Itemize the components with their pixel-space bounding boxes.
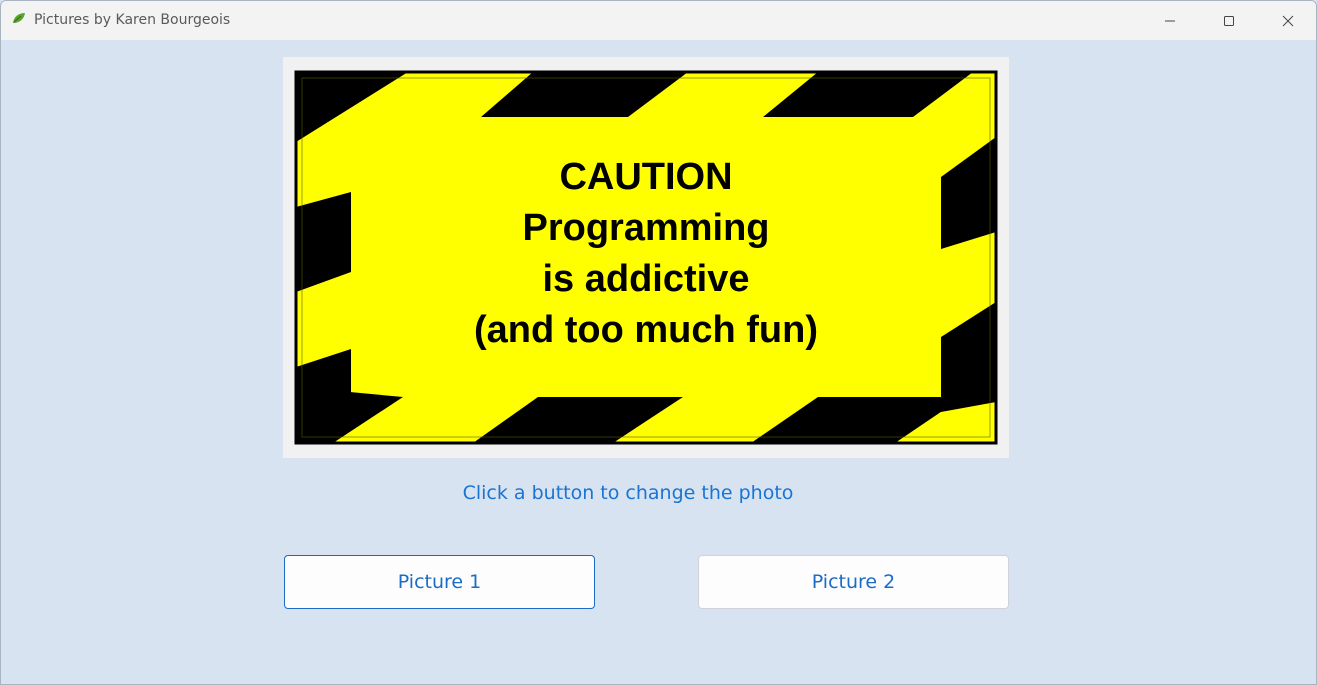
- maximize-icon: [1224, 15, 1234, 26]
- close-button[interactable]: [1259, 1, 1316, 40]
- caution-line-4: (and too much fun): [473, 309, 819, 351]
- leaf-icon: [13, 13, 25, 23]
- caution-line-3: is addictive: [542, 258, 750, 300]
- app-window: Pictures by Karen Bourgeois CAUTION Prog…: [0, 0, 1317, 685]
- caution-text-block: CAUTION Programming is addictive (and to…: [296, 152, 996, 356]
- title-bar[interactable]: Pictures by Karen Bourgeois: [1, 1, 1316, 40]
- window-title: Pictures by Karen Bourgeois: [34, 12, 231, 28]
- picture-1-button[interactable]: Picture 1: [284, 555, 595, 609]
- minimize-icon: [1165, 20, 1175, 21]
- maximize-button[interactable]: [1200, 1, 1258, 40]
- minimize-button[interactable]: [1141, 1, 1199, 40]
- caution-heading: CAUTION: [559, 156, 733, 198]
- photo-display: CAUTION Programming is addictive (and to…: [283, 57, 1009, 458]
- picture-2-button[interactable]: Picture 2: [698, 555, 1009, 609]
- close-icon: [1282, 15, 1294, 26]
- caution-line-2: Programming: [522, 207, 770, 249]
- instruction-label: Click a button to change the photo: [462, 482, 794, 504]
